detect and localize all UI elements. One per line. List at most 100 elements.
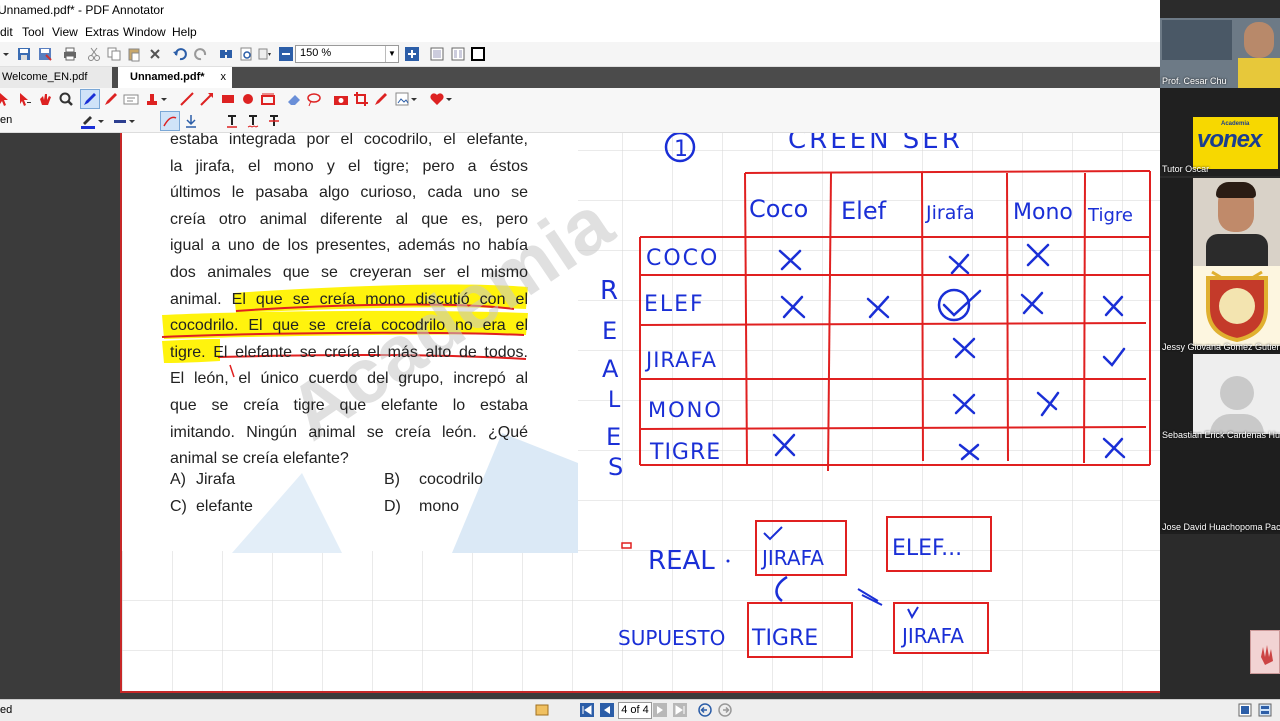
- zoom-out-icon[interactable]: [278, 46, 294, 62]
- two-pages-icon[interactable]: [450, 46, 466, 62]
- hand-icon[interactable]: [37, 91, 53, 107]
- pen-icon[interactable]: [82, 91, 98, 107]
- save-icon[interactable]: [16, 46, 32, 62]
- hand-icon: [1261, 645, 1273, 665]
- real-box-2: ELEF...: [892, 536, 962, 561]
- chevron-down-icon[interactable]: ▼: [385, 46, 398, 62]
- menu-extras[interactable]: Extras: [85, 25, 119, 39]
- select-text-icon[interactable]: [16, 91, 32, 107]
- arrow-tool-icon[interactable]: [199, 91, 215, 107]
- find-icon[interactable]: [218, 46, 234, 62]
- ellipse-icon[interactable]: [240, 91, 256, 107]
- participant-tile[interactable]: Academia vonex Tutor Oscar: [1160, 88, 1280, 176]
- next-page-icon[interactable]: [653, 703, 667, 717]
- zoom-in-icon[interactable]: [404, 46, 420, 62]
- measure-icon[interactable]: [260, 91, 276, 107]
- continuous-view-icon[interactable]: [1258, 703, 1272, 717]
- paste-icon[interactable]: [126, 46, 142, 62]
- avatar-body: [1238, 58, 1280, 88]
- row-header-mono: MONO: [648, 398, 723, 422]
- first-page-icon[interactable]: [580, 703, 594, 717]
- dropdown-arrow-icon[interactable]: [2, 46, 10, 62]
- text-squiggle-icon[interactable]: [245, 113, 261, 129]
- page-thumbnail-icon[interactable]: [535, 703, 549, 717]
- menu-view[interactable]: View: [52, 25, 78, 39]
- academy-logo: Academia vonex: [1193, 117, 1278, 169]
- magnifier-icon[interactable]: [58, 91, 74, 107]
- smooth-line-icon[interactable]: [162, 113, 178, 129]
- fit-page-icon[interactable]: [256, 46, 272, 62]
- redo-icon[interactable]: [193, 46, 209, 62]
- print-icon[interactable]: [62, 46, 78, 62]
- insert-dropdown-icon[interactable]: [410, 91, 418, 107]
- real-box-1: JIRAFA: [760, 546, 824, 570]
- heart-dropdown-icon[interactable]: [445, 91, 453, 107]
- row-header-tigre: TIGRE: [649, 440, 721, 465]
- find-page-icon[interactable]: [238, 46, 254, 62]
- text-box-icon[interactable]: [123, 91, 139, 107]
- single-page-icon[interactable]: [429, 46, 445, 62]
- supuesto-label: SUPUESTO: [618, 626, 725, 650]
- pen-properties-toolbar: en: [0, 110, 1160, 133]
- line-icon[interactable]: [179, 91, 195, 107]
- close-tab-icon[interactable]: x: [221, 67, 227, 88]
- heart-icon[interactable]: [429, 91, 445, 107]
- tab-welcome-label: Welcome_EN.pdf: [2, 71, 88, 83]
- pen-label: en: [0, 114, 13, 126]
- snap-icon[interactable]: [183, 113, 199, 129]
- page-number-input[interactable]: 4 of 4: [618, 702, 652, 719]
- text-underline-icon[interactable]: [224, 113, 240, 129]
- back-icon[interactable]: [698, 703, 712, 717]
- participant-tile[interactable]: [1160, 178, 1280, 266]
- participant-tile[interactable]: Jose David Huachopoma Pac: [1160, 442, 1280, 534]
- lasso-icon[interactable]: [306, 91, 322, 107]
- line-width-icon[interactable]: [112, 113, 128, 129]
- text-strikeout-icon[interactable]: [266, 113, 282, 129]
- insert-image-icon[interactable]: [394, 91, 410, 107]
- participant-tile[interactable]: Sebastian Erick Cardenas Hu: [1160, 354, 1280, 442]
- line-width-dropdown-icon[interactable]: [128, 113, 136, 129]
- heading-text: CREEN SER: [788, 133, 963, 155]
- fullscreen-icon[interactable]: [470, 46, 486, 62]
- heading-number-text: 1: [674, 137, 688, 162]
- col-header-elef: Elef: [841, 197, 887, 225]
- participant-tile[interactable]: Jessy Giovana Gomez Gutierr: [1160, 266, 1280, 354]
- video-participants-panel: Prof. Cesar Chu Academia vonex Tutor Osc…: [1160, 0, 1280, 699]
- table-grid: [639, 170, 1151, 472]
- rectangle-icon[interactable]: [220, 91, 236, 107]
- pen-color-icon[interactable]: [80, 113, 96, 129]
- pen-color-dropdown-icon[interactable]: [97, 113, 105, 129]
- avatar: [1244, 22, 1274, 58]
- undo-icon[interactable]: [172, 46, 188, 62]
- last-page-icon[interactable]: [673, 703, 687, 717]
- single-view-icon[interactable]: [1238, 703, 1252, 717]
- save-as-icon[interactable]: [37, 46, 53, 62]
- delete-icon[interactable]: [147, 46, 163, 62]
- marker-icon[interactable]: [103, 91, 119, 107]
- cut-icon[interactable]: [86, 46, 102, 62]
- menu-window[interactable]: Window: [123, 25, 166, 39]
- eraser-icon[interactable]: [286, 91, 302, 107]
- zoom-select[interactable]: 150 % ▼: [295, 45, 399, 63]
- tab-welcome[interactable]: Welcome_EN.pdf: [0, 67, 112, 88]
- row-header-jirafa: JIRAFA: [644, 348, 717, 372]
- forward-icon[interactable]: [718, 703, 732, 717]
- raise-hand-button[interactable]: [1250, 630, 1280, 674]
- select-arrow-icon[interactable]: [0, 91, 12, 107]
- camera-icon[interactable]: [333, 91, 349, 107]
- menu-edit[interactable]: dit: [0, 25, 13, 39]
- tab-unnamed[interactable]: Unnamed.pdf* x: [118, 67, 232, 88]
- menu-help[interactable]: Help: [172, 25, 197, 39]
- stamp-icon[interactable]: [144, 91, 160, 107]
- crop-icon[interactable]: [353, 91, 369, 107]
- pdf-page[interactable]: Academia estaba integrada por el cocodri…: [120, 133, 1174, 693]
- stamp-dropdown-icon[interactable]: [160, 91, 168, 107]
- copy-icon[interactable]: [106, 46, 122, 62]
- previous-page-icon[interactable]: [600, 703, 614, 717]
- document-area[interactable]: Academia estaba integrada por el cocodri…: [0, 133, 1174, 699]
- logo-text: vonex: [1197, 126, 1262, 153]
- avatar-placeholder-icon: [1220, 376, 1254, 410]
- edit-icon[interactable]: [373, 91, 389, 107]
- menu-tool[interactable]: Tool: [22, 25, 44, 39]
- participant-tile[interactable]: Prof. Cesar Chu: [1160, 18, 1280, 88]
